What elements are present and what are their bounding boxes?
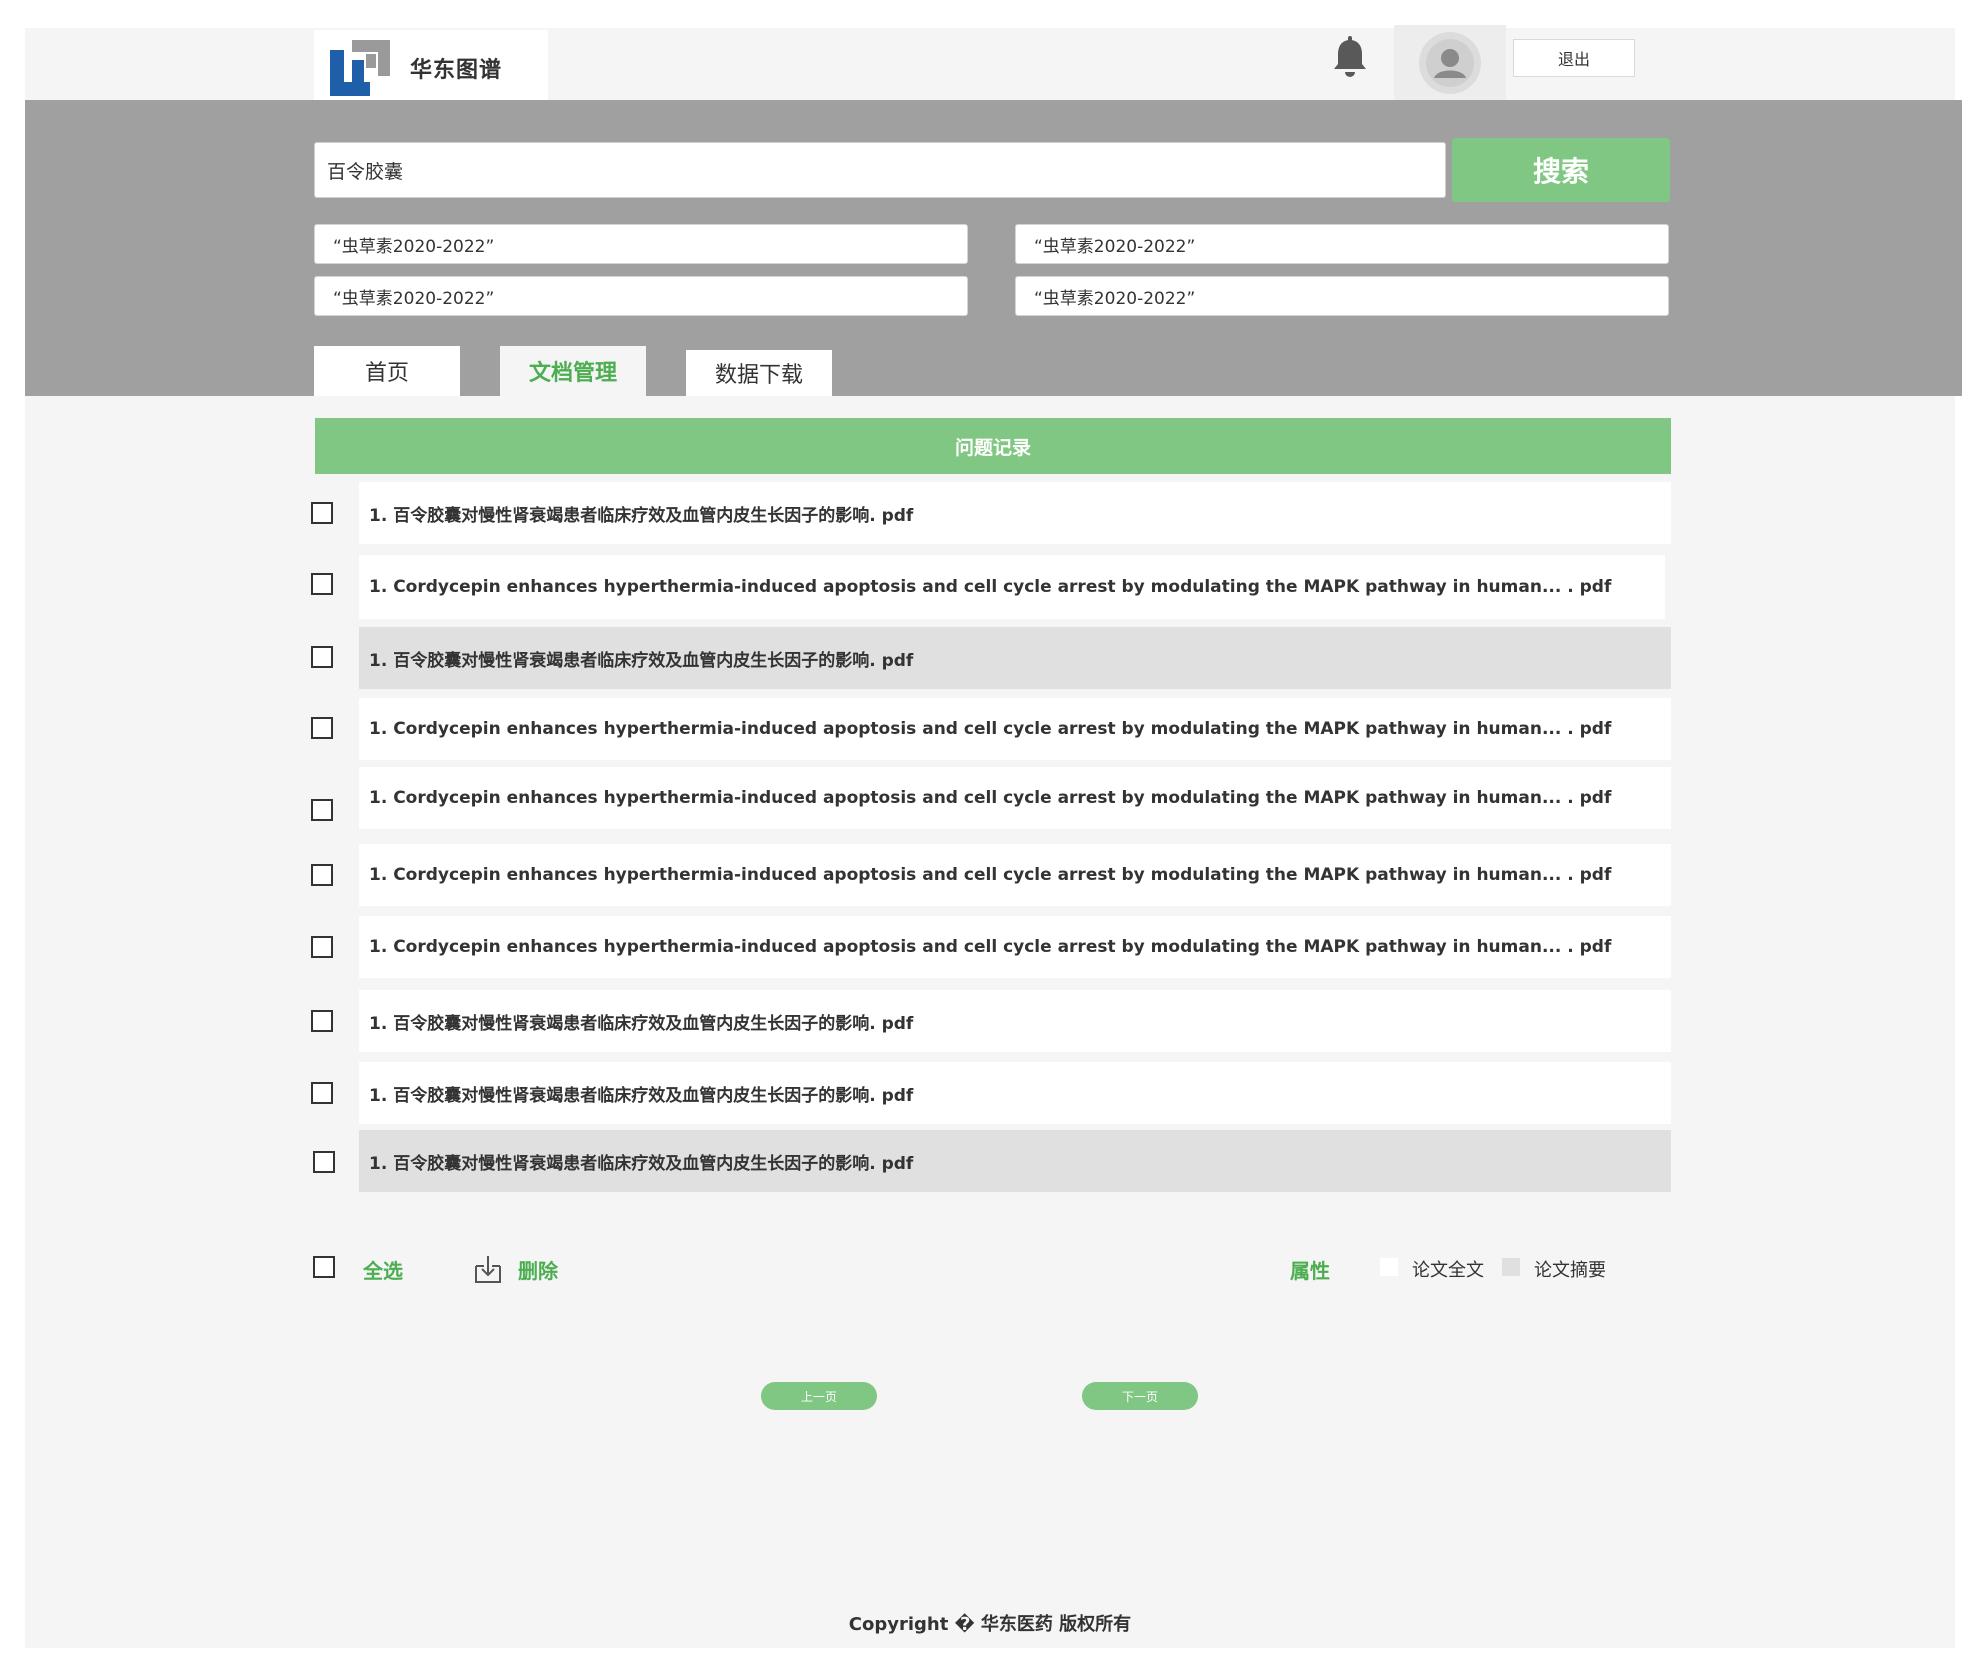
fulltext-option-checkbox[interactable] (1380, 1258, 1398, 1276)
abstract-option-label[interactable]: 论文摘要 (1534, 1256, 1606, 1282)
property-label: 属性 (1290, 1259, 1330, 1283)
list-item[interactable]: 1. Cordycepin enhances hyperthermia-indu… (359, 698, 1671, 760)
brand-name: 华东图谱 (410, 57, 503, 82)
list-item[interactable]: 1. 百令胶囊对慢性肾衰竭患者临床疗效及血管内皮生长因子的影响. pdf (359, 627, 1671, 689)
tab-data-download[interactable]: 数据下载 (686, 350, 832, 396)
keyword-chip[interactable]: “虫草素2020-2022” (1015, 224, 1669, 264)
copyright-text: Copyright � 华东医药 版权所有 (848, 1614, 1132, 1635)
select-all-checkbox[interactable] (313, 1256, 335, 1278)
list-item[interactable]: 1. 百令胶囊对慢性肾衰竭患者临床疗效及血管内皮生长因子的影响. pdf (359, 482, 1671, 544)
next-page-button[interactable]: 下一页 (1082, 1382, 1198, 1410)
list-item[interactable]: 1. Cordycepin enhances hyperthermia-indu… (359, 767, 1671, 829)
search-input[interactable]: 百令胶囊 (314, 142, 1446, 198)
tab-document-management[interactable]: 文档管理 (500, 346, 646, 396)
brand-logo[interactable]: 华东图谱 (314, 30, 548, 100)
keyword-chip[interactable]: “虫草素2020-2022” (314, 276, 968, 316)
abstract-option-checkbox[interactable] (1502, 1258, 1520, 1276)
select-all-label[interactable]: 全选 (363, 1255, 403, 1284)
checkbox-icon[interactable] (311, 573, 333, 595)
checkbox-icon[interactable] (311, 1010, 333, 1032)
checkbox-icon[interactable] (313, 1151, 335, 1173)
checkbox-icon[interactable] (311, 864, 333, 886)
huadong-logo-icon (330, 40, 390, 96)
list-item[interactable]: 1. 百令胶囊对慢性肾衰竭患者临床疗效及血管内皮生长因子的影响. pdf (359, 1062, 1671, 1124)
list-item[interactable]: 1. 百令胶囊对慢性肾衰竭患者临床疗效及血管内皮生长因子的影响. pdf (359, 1130, 1671, 1192)
download-tray-icon[interactable] (474, 1254, 502, 1284)
delete-button[interactable]: 删除 (518, 1255, 558, 1284)
list-item[interactable]: 1. 百令胶囊对慢性肾衰竭患者临床疗效及血管内皮生长因子的影响. pdf (359, 990, 1671, 1052)
bell-icon[interactable] (1330, 36, 1370, 80)
list-header: 问题记录 (315, 418, 1671, 474)
search-button[interactable]: 搜索 (1452, 138, 1670, 202)
fulltext-option-label[interactable]: 论文全文 (1412, 1256, 1484, 1282)
tab-home[interactable]: 首页 (314, 346, 460, 396)
checkbox-icon[interactable] (311, 936, 333, 958)
logout-button[interactable]: 退出 (1513, 39, 1635, 77)
checkbox-icon[interactable] (311, 646, 333, 668)
keyword-chip[interactable]: “虫草素2020-2022” (1015, 276, 1669, 316)
list-item[interactable]: 1. Cordycepin enhances hyperthermia-indu… (359, 555, 1665, 619)
checkbox-icon[interactable] (311, 717, 333, 739)
user-avatar-icon[interactable] (1419, 32, 1481, 94)
list-item[interactable]: 1. Cordycepin enhances hyperthermia-indu… (359, 844, 1671, 906)
prev-page-button[interactable]: 上一页 (761, 1382, 877, 1410)
checkbox-icon[interactable] (311, 502, 333, 524)
checkbox-icon[interactable] (311, 1082, 333, 1104)
checkbox-icon[interactable] (311, 799, 333, 821)
list-item[interactable]: 1. Cordycepin enhances hyperthermia-indu… (359, 916, 1671, 978)
keyword-chip[interactable]: “虫草素2020-2022” (314, 224, 968, 264)
